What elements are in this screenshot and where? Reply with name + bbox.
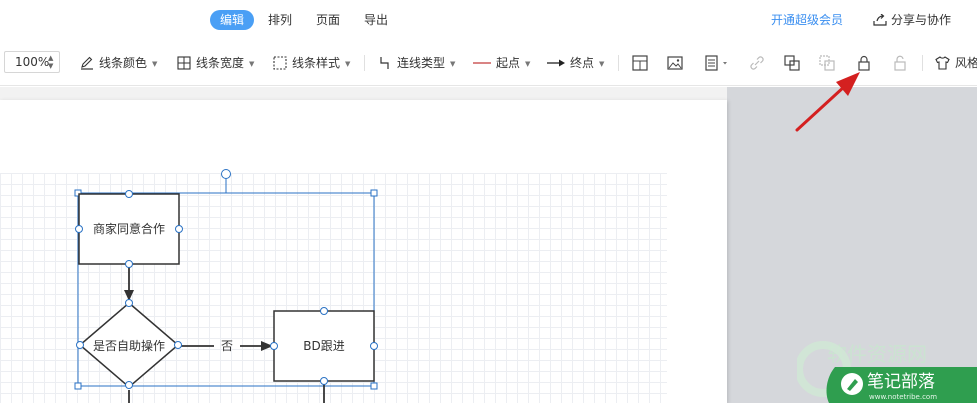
red-pointer-arrow <box>795 72 860 132</box>
edge-label-no: 否 <box>221 339 233 353</box>
decision-label: 是否自助操作 <box>93 338 165 353</box>
node-label: BD跟进 <box>303 339 344 353</box>
rotate-handle[interactable] <box>221 169 231 179</box>
watermark-site: www.notetribe.com <box>869 393 937 401</box>
node-label: 商家同意合作 <box>93 221 165 236</box>
watermark-logo: 软件资源网 笔记部落 www.notetribe.com <box>797 341 977 403</box>
watermark-text: 笔记部落 <box>867 372 935 392</box>
